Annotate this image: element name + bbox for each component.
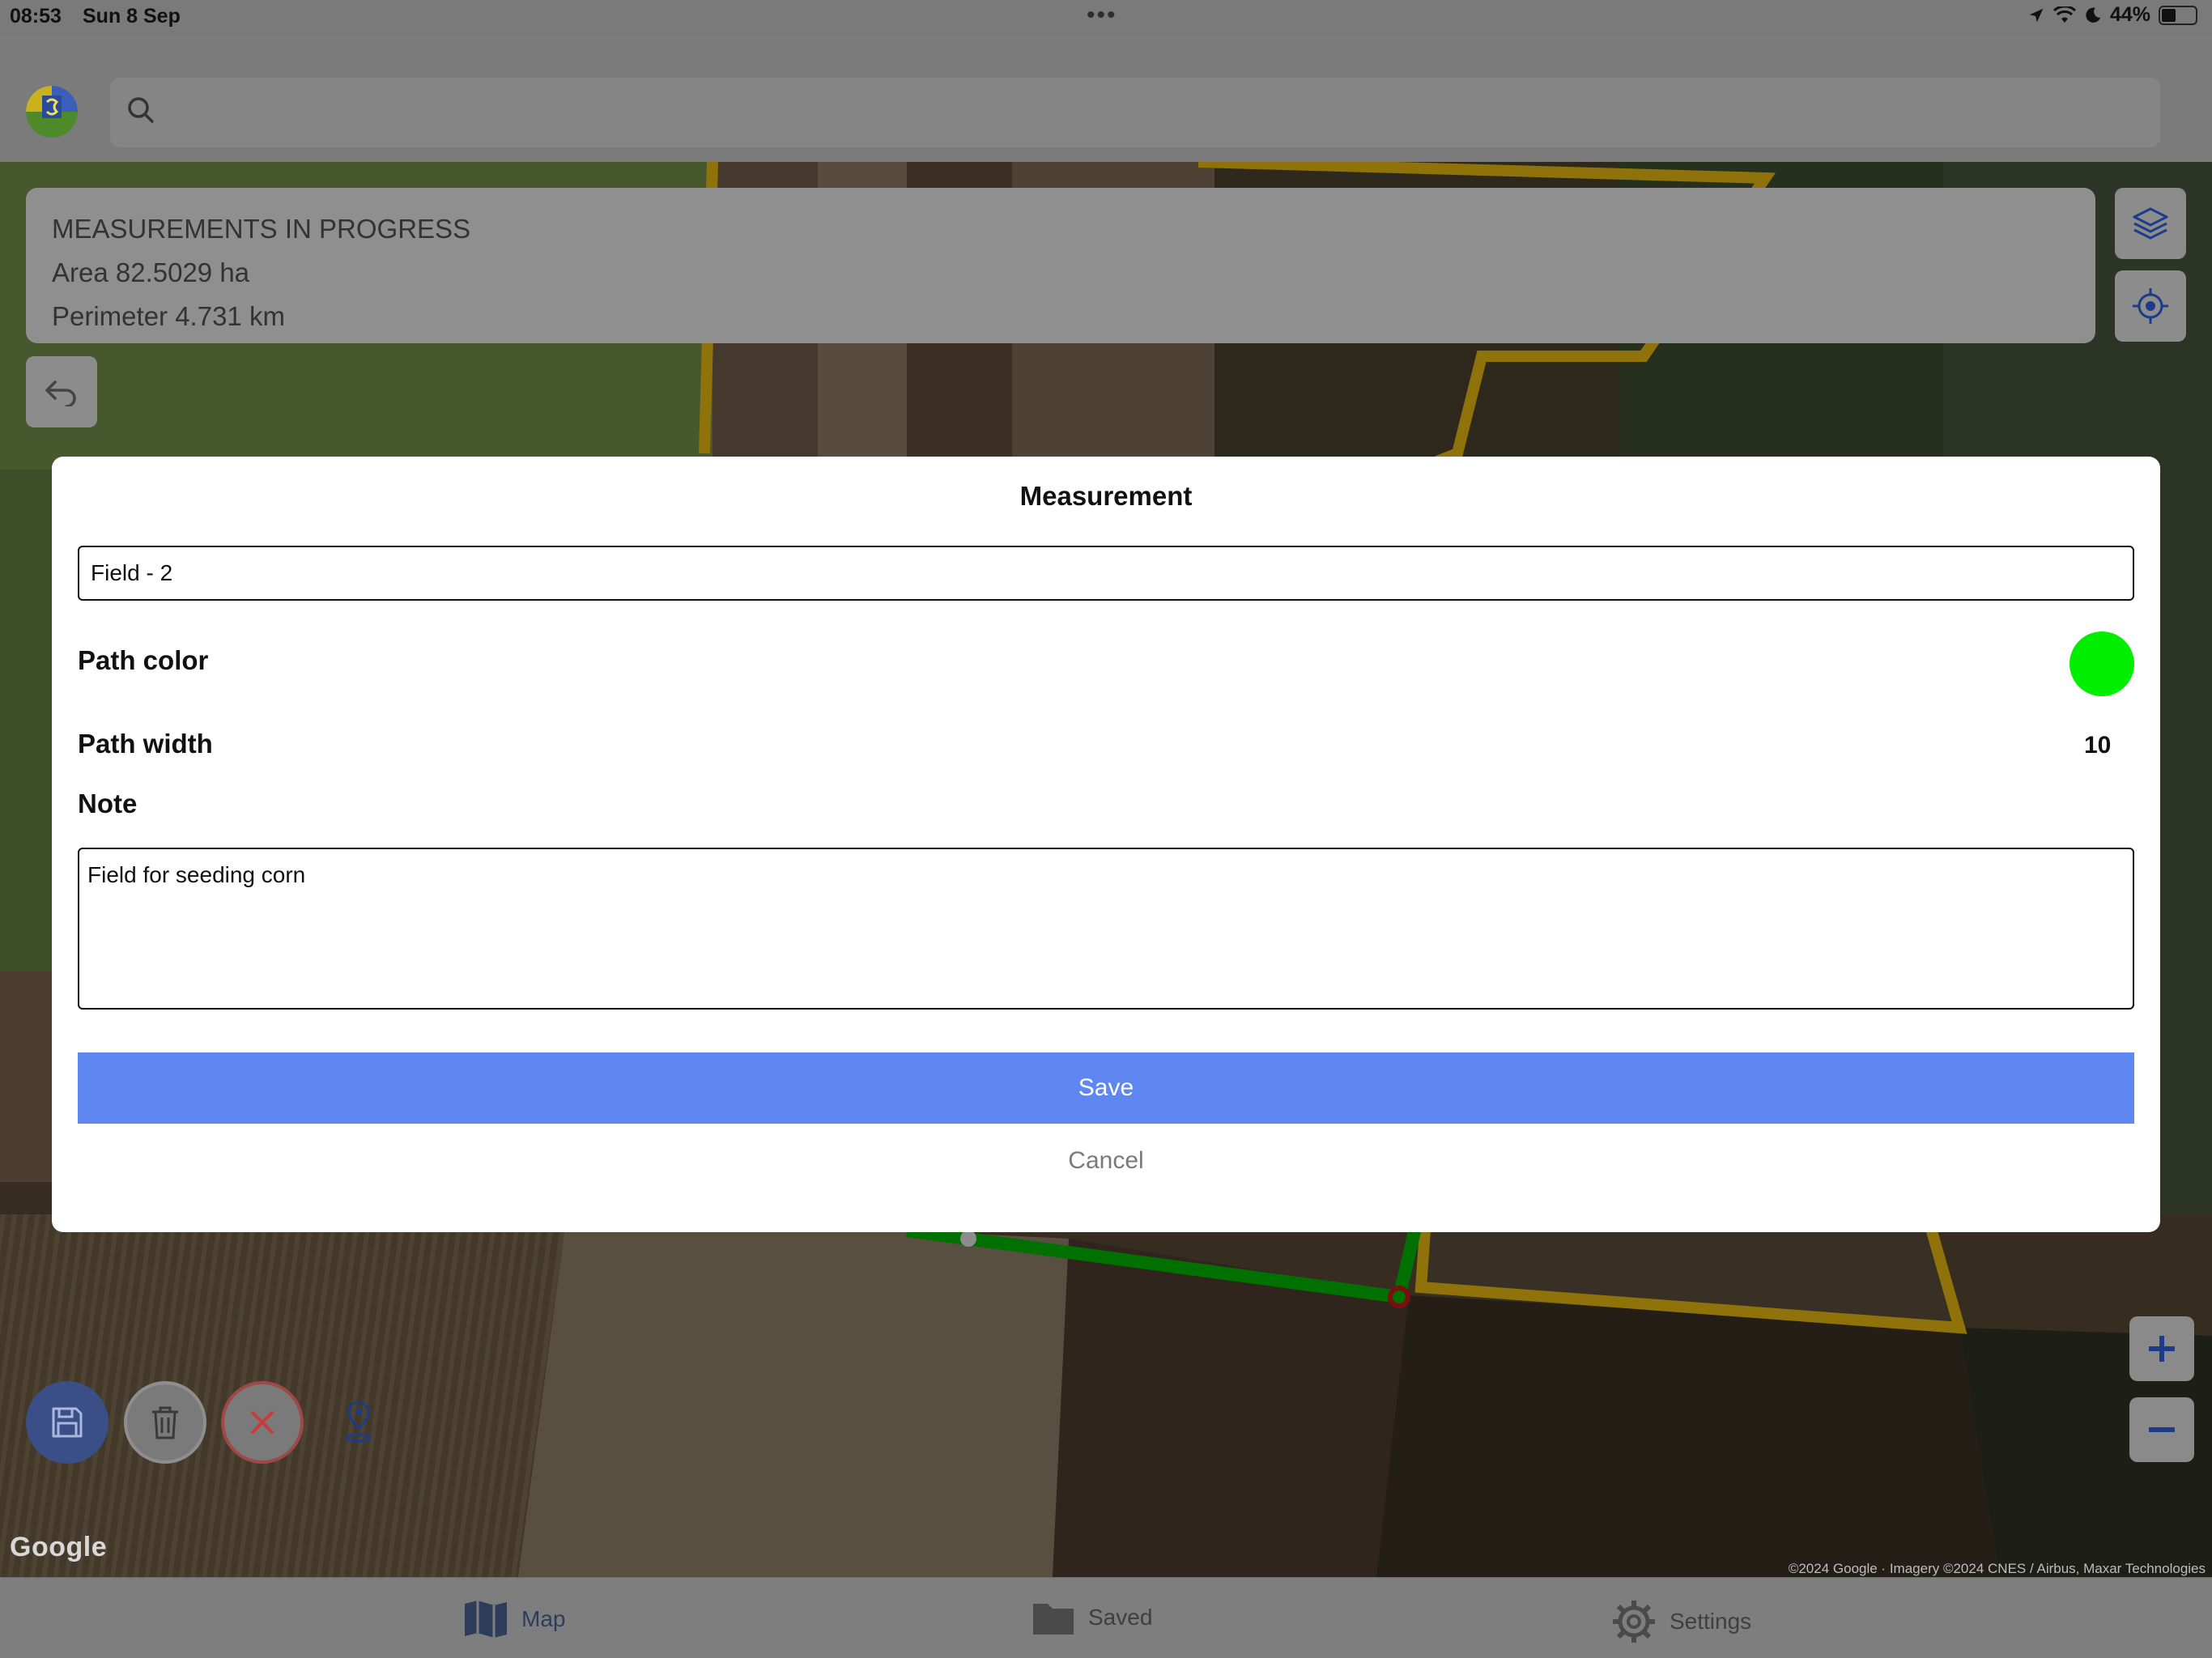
undo-arrow-icon xyxy=(45,380,76,406)
measurement-status-title: MEASUREMENTS IN PROGRESS xyxy=(52,214,471,244)
cancel-button[interactable]: Cancel xyxy=(78,1137,2134,1185)
measurement-info-panel: MEASUREMENTS IN PROGRESS Area 82.5029 ha… xyxy=(26,188,2095,343)
status-date: Sun 8 Sep xyxy=(83,5,181,28)
status-bar: 08:53 Sun 8 Sep ••• 44% xyxy=(0,0,2212,37)
tab-map-label: Map xyxy=(521,1606,566,1631)
gear-icon xyxy=(1613,1601,1655,1643)
undo-button[interactable] xyxy=(26,356,97,427)
plus-icon xyxy=(2149,1336,2175,1362)
layers-icon xyxy=(2133,207,2168,240)
zoom-in-button[interactable] xyxy=(2129,1316,2194,1381)
status-time: 08:53 xyxy=(10,5,62,28)
crosshair-icon xyxy=(2133,288,2168,324)
location-arrow-icon xyxy=(2029,8,2044,22)
add-point-button[interactable] xyxy=(340,1399,377,1448)
tab-settings-label: Settings xyxy=(1670,1609,1752,1634)
trash-icon xyxy=(152,1406,178,1439)
dialog-title: Measurement xyxy=(1019,481,1193,511)
measurement-area: Area 82.5029 ha xyxy=(52,257,250,287)
tab-saved[interactable]: Saved xyxy=(1032,1599,1152,1636)
map-attribution[interactable]: ©2024 Google · Imagery ©2024 CNES / Airb… xyxy=(1789,1561,2206,1577)
note-textarea[interactable]: Field for seeding corn xyxy=(78,848,2134,1010)
app-logo xyxy=(26,86,78,138)
locate-me-button[interactable] xyxy=(2115,270,2186,342)
measurement-name-input[interactable] xyxy=(78,546,2134,601)
battery-icon xyxy=(2159,5,2197,25)
folder-icon xyxy=(1033,1604,1074,1635)
close-icon xyxy=(251,1411,274,1434)
layers-button[interactable] xyxy=(2115,188,2186,259)
battery-percent: 44% xyxy=(2109,3,2150,26)
search-icon xyxy=(125,94,157,130)
save-measurement-button[interactable] xyxy=(26,1381,108,1464)
path-width-label: Path width xyxy=(78,729,213,759)
measurement-perimeter: Perimeter 4.731 km xyxy=(52,301,285,331)
floppy-disk-icon xyxy=(52,1407,83,1438)
map-icon xyxy=(465,1601,507,1638)
delete-measurement-button[interactable] xyxy=(124,1381,206,1464)
path-color-label: Path color xyxy=(78,645,209,675)
search-input[interactable] xyxy=(175,91,2118,134)
tab-map[interactable]: Map xyxy=(463,1599,565,1639)
note-label: Note xyxy=(78,789,138,818)
path-width-value[interactable]: 10 xyxy=(2084,732,2111,759)
tab-saved-label: Saved xyxy=(1088,1605,1153,1630)
tab-settings[interactable]: Settings xyxy=(1611,1599,1751,1644)
minus-icon xyxy=(2149,1427,2175,1432)
cancel-measurement-button[interactable] xyxy=(221,1381,304,1464)
app-header xyxy=(0,37,2212,162)
save-button[interactable]: Save xyxy=(78,1052,2134,1124)
moon-icon xyxy=(2086,7,2101,23)
status-indicators: 44% xyxy=(2027,3,2197,27)
wifi-icon xyxy=(2052,6,2076,23)
tab-bar: Map Saved Settings xyxy=(0,1577,2212,1658)
map-pin-icon xyxy=(346,1401,372,1443)
google-logo: Google xyxy=(10,1532,108,1562)
zoom-out-button[interactable] xyxy=(2129,1397,2194,1462)
path-color-picker[interactable] xyxy=(2069,631,2134,696)
multitasking-dots[interactable]: ••• xyxy=(1087,2,1117,29)
search-bar[interactable] xyxy=(110,78,2160,147)
measurement-dialog: Measurement Path color Path width 10 Not… xyxy=(52,457,2160,1232)
